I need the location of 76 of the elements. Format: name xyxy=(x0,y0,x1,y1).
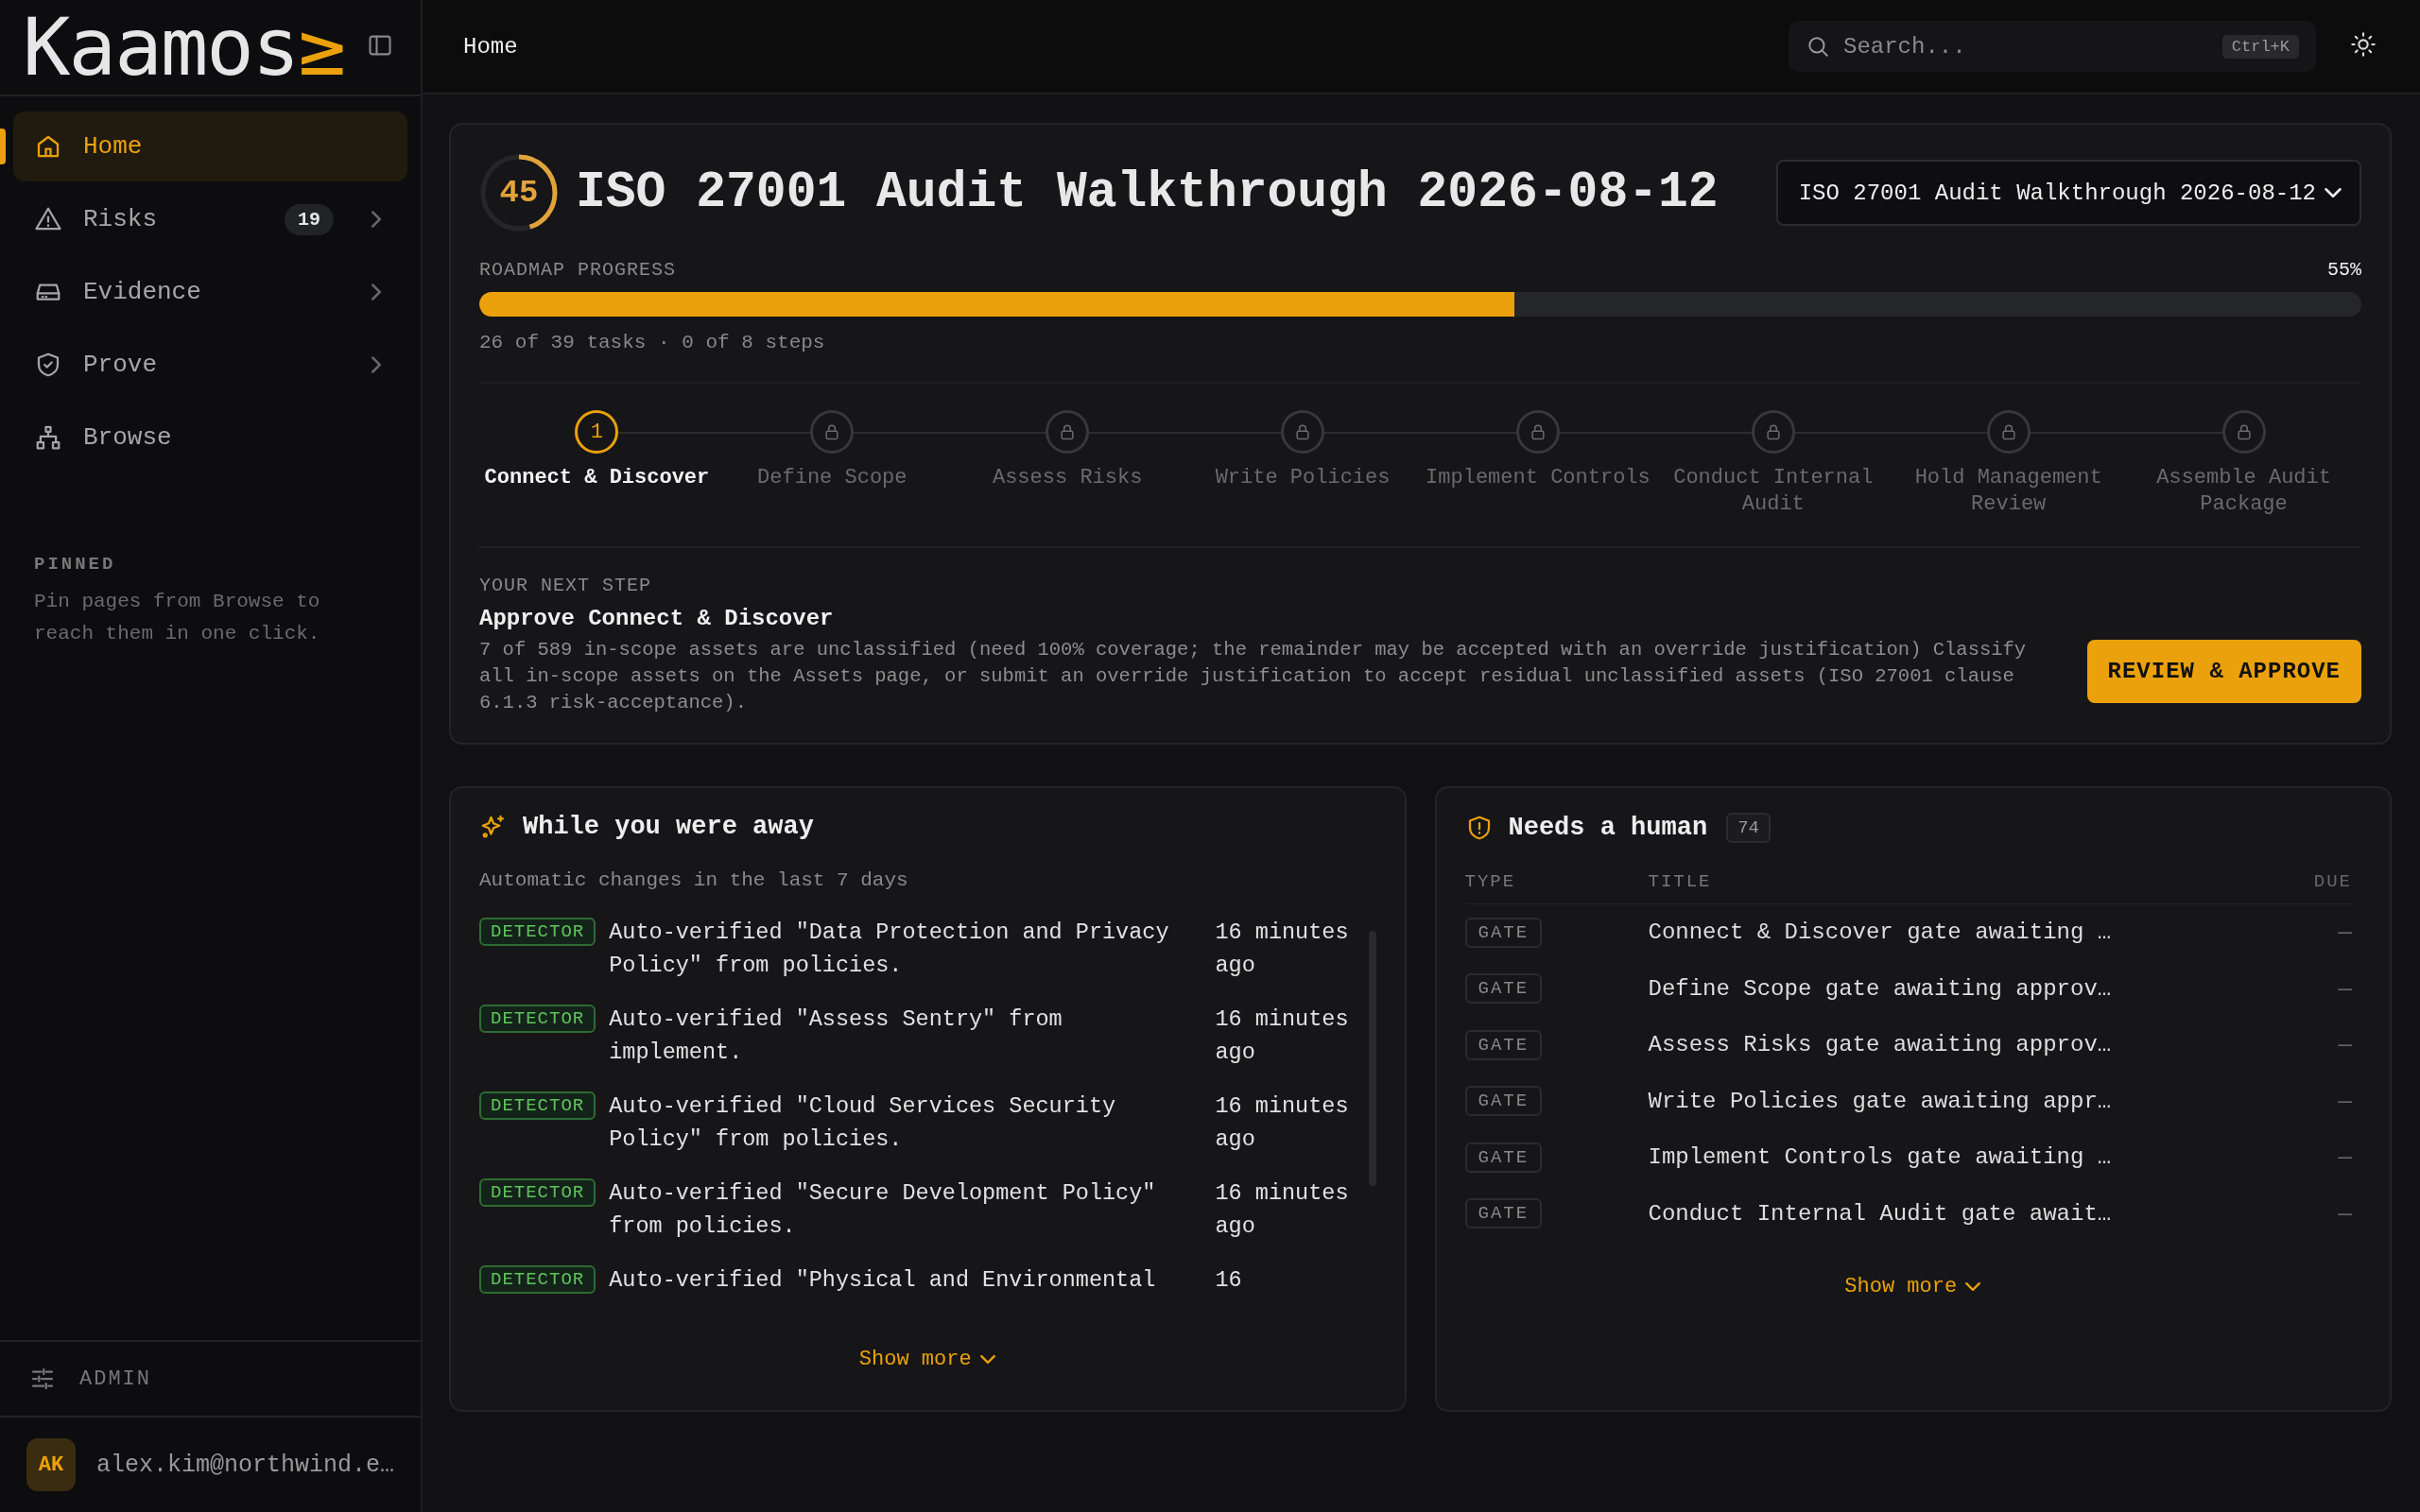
chevron-down-icon xyxy=(2324,188,2342,198)
due-value: — xyxy=(2338,1088,2352,1114)
item-title[interactable]: Assess Risks gate awaiting approv… xyxy=(1648,1032,2112,1058)
item-title[interactable]: Implement Controls gate awaiting … xyxy=(1648,1144,2112,1171)
activity-text: Auto-verified "Data Protection and Privacy Policy" from policies. xyxy=(609,919,1170,980)
due-value: — xyxy=(2338,1032,2352,1058)
progress-percent: 55% xyxy=(2327,259,2361,281)
card-subtitle: Automatic changes in the last 7 days xyxy=(479,869,909,891)
avatar: AK xyxy=(26,1438,76,1491)
due-value: — xyxy=(2338,975,2352,1002)
section-heading: YOUR NEXT STEP xyxy=(479,575,653,596)
show-more-link[interactable]: Show more xyxy=(853,1347,1002,1372)
type-tag: GATE xyxy=(1464,1142,1543,1173)
source-tag: DETECTOR xyxy=(479,1265,596,1294)
activity-time: 16 xyxy=(1215,1266,1243,1295)
type-tag: GATE xyxy=(1464,917,1543,948)
roadmap-select[interactable]: ISO 27001 Audit Walkthrough 2026-08-12 xyxy=(1775,160,2361,226)
activity-text: Auto-verified "Cloud Services Security Policy" from policies. xyxy=(609,1092,1117,1154)
nav-item[interactable]: Prove xyxy=(13,330,407,400)
item-title[interactable]: Connect & Discover gate awaiting … xyxy=(1648,919,2112,946)
card-title: While you were away xyxy=(523,813,814,841)
source-tag: DETECTOR xyxy=(479,1178,596,1207)
progress-summary: 26 of 39 tasks · 0 of 8 steps xyxy=(479,332,826,353)
step-label[interactable]: Connect & Discover xyxy=(480,465,714,491)
count-badge: 74 xyxy=(1726,813,1771,843)
nav-item[interactable]: Risks 19 xyxy=(13,184,407,254)
active-indicator xyxy=(0,129,6,164)
column-header: TITLE xyxy=(1648,871,2314,904)
source-tag: DETECTOR xyxy=(479,1005,596,1033)
due-value: — xyxy=(2338,1200,2352,1227)
activity-text: Auto-verified "Physical and Environmental xyxy=(609,1266,1157,1295)
search-bar[interactable]: Search... Ctrl+K xyxy=(1789,21,2316,72)
activity-time: 16 minutes ago xyxy=(1215,1005,1350,1067)
user-email[interactable]: alex.kim@northwind.e… xyxy=(95,1451,394,1479)
activity-text: Auto-verified "Assess Sentry" from implement. xyxy=(609,1005,1063,1067)
card-title: Needs a human xyxy=(1508,814,1708,842)
column-header: TYPE xyxy=(1464,871,1649,904)
roadmap-title: ISO 27001 Audit Walkthrough 2026-08-12 xyxy=(576,164,1719,221)
shortcut-key: Ctrl+K xyxy=(2221,34,2299,59)
type-tag: GATE xyxy=(1464,1029,1543,1060)
item-title[interactable]: Conduct Internal Audit gate await… xyxy=(1648,1200,2112,1227)
sitemap-icon xyxy=(34,423,62,452)
type-tag: GATE xyxy=(1464,973,1543,1005)
chevron-down-icon xyxy=(1964,1282,1982,1291)
sun-icon xyxy=(2350,30,2377,58)
due-value: — xyxy=(2338,1144,2352,1171)
item-title[interactable]: Define Scope gate awaiting approv… xyxy=(1648,975,2112,1002)
type-tag: GATE xyxy=(1464,1198,1543,1229)
nav-item[interactable]: Evidence xyxy=(13,257,407,327)
review-approve-button[interactable]: REVIEW & APPROVE xyxy=(2086,640,2361,703)
due-value: — xyxy=(2338,919,2352,946)
search-icon xyxy=(1806,34,1830,59)
breadcrumb: Home xyxy=(463,33,518,60)
admin-link[interactable]: ADMIN xyxy=(79,1366,151,1391)
activity-time: 16 minutes ago xyxy=(1215,1092,1350,1154)
chevron-down-icon xyxy=(978,1355,996,1364)
logo: Kaamos≥ xyxy=(23,8,344,87)
next-step-description: 7 of 589 in-scope assets are unclassified (need 100% coverage; the remainder may be accepted with an override justification) Classify all in-scope assets on the Assets page, or submit an override justification to accept residual unclassified assets (ISO 27001 clause 6.1.3 risk-acceptance). xyxy=(479,638,2028,715)
progress-label: ROADMAP PROGRESS xyxy=(479,259,677,281)
section-heading: PINNED xyxy=(34,554,117,575)
type-tag: GATE xyxy=(1464,1086,1543,1117)
item-title[interactable]: Write Policies gate awaiting appr… xyxy=(1648,1088,2112,1114)
show-more-link[interactable]: Show more xyxy=(1839,1274,1988,1299)
score-value: 45 xyxy=(498,174,540,213)
count-badge: 19 xyxy=(285,203,334,235)
source-tag: DETECTOR xyxy=(479,1091,596,1120)
next-step-title: Approve Connect & Discover xyxy=(479,606,835,631)
step-marker: 1 xyxy=(575,410,619,454)
column-header: DUE xyxy=(2313,871,2352,904)
nav-item[interactable]: Browse xyxy=(13,403,407,472)
empty-hint: Pin pages from Browse to reach them in one click. xyxy=(34,590,321,646)
source-tag: DETECTOR xyxy=(479,918,596,946)
search-input[interactable]: Search... xyxy=(1843,33,2209,60)
activity-text: Auto-verified "Secure Development Policy" from policies. xyxy=(609,1179,1157,1241)
activity-time: 16 minutes ago xyxy=(1215,919,1350,980)
activity-time: 16 minutes ago xyxy=(1215,1179,1350,1241)
